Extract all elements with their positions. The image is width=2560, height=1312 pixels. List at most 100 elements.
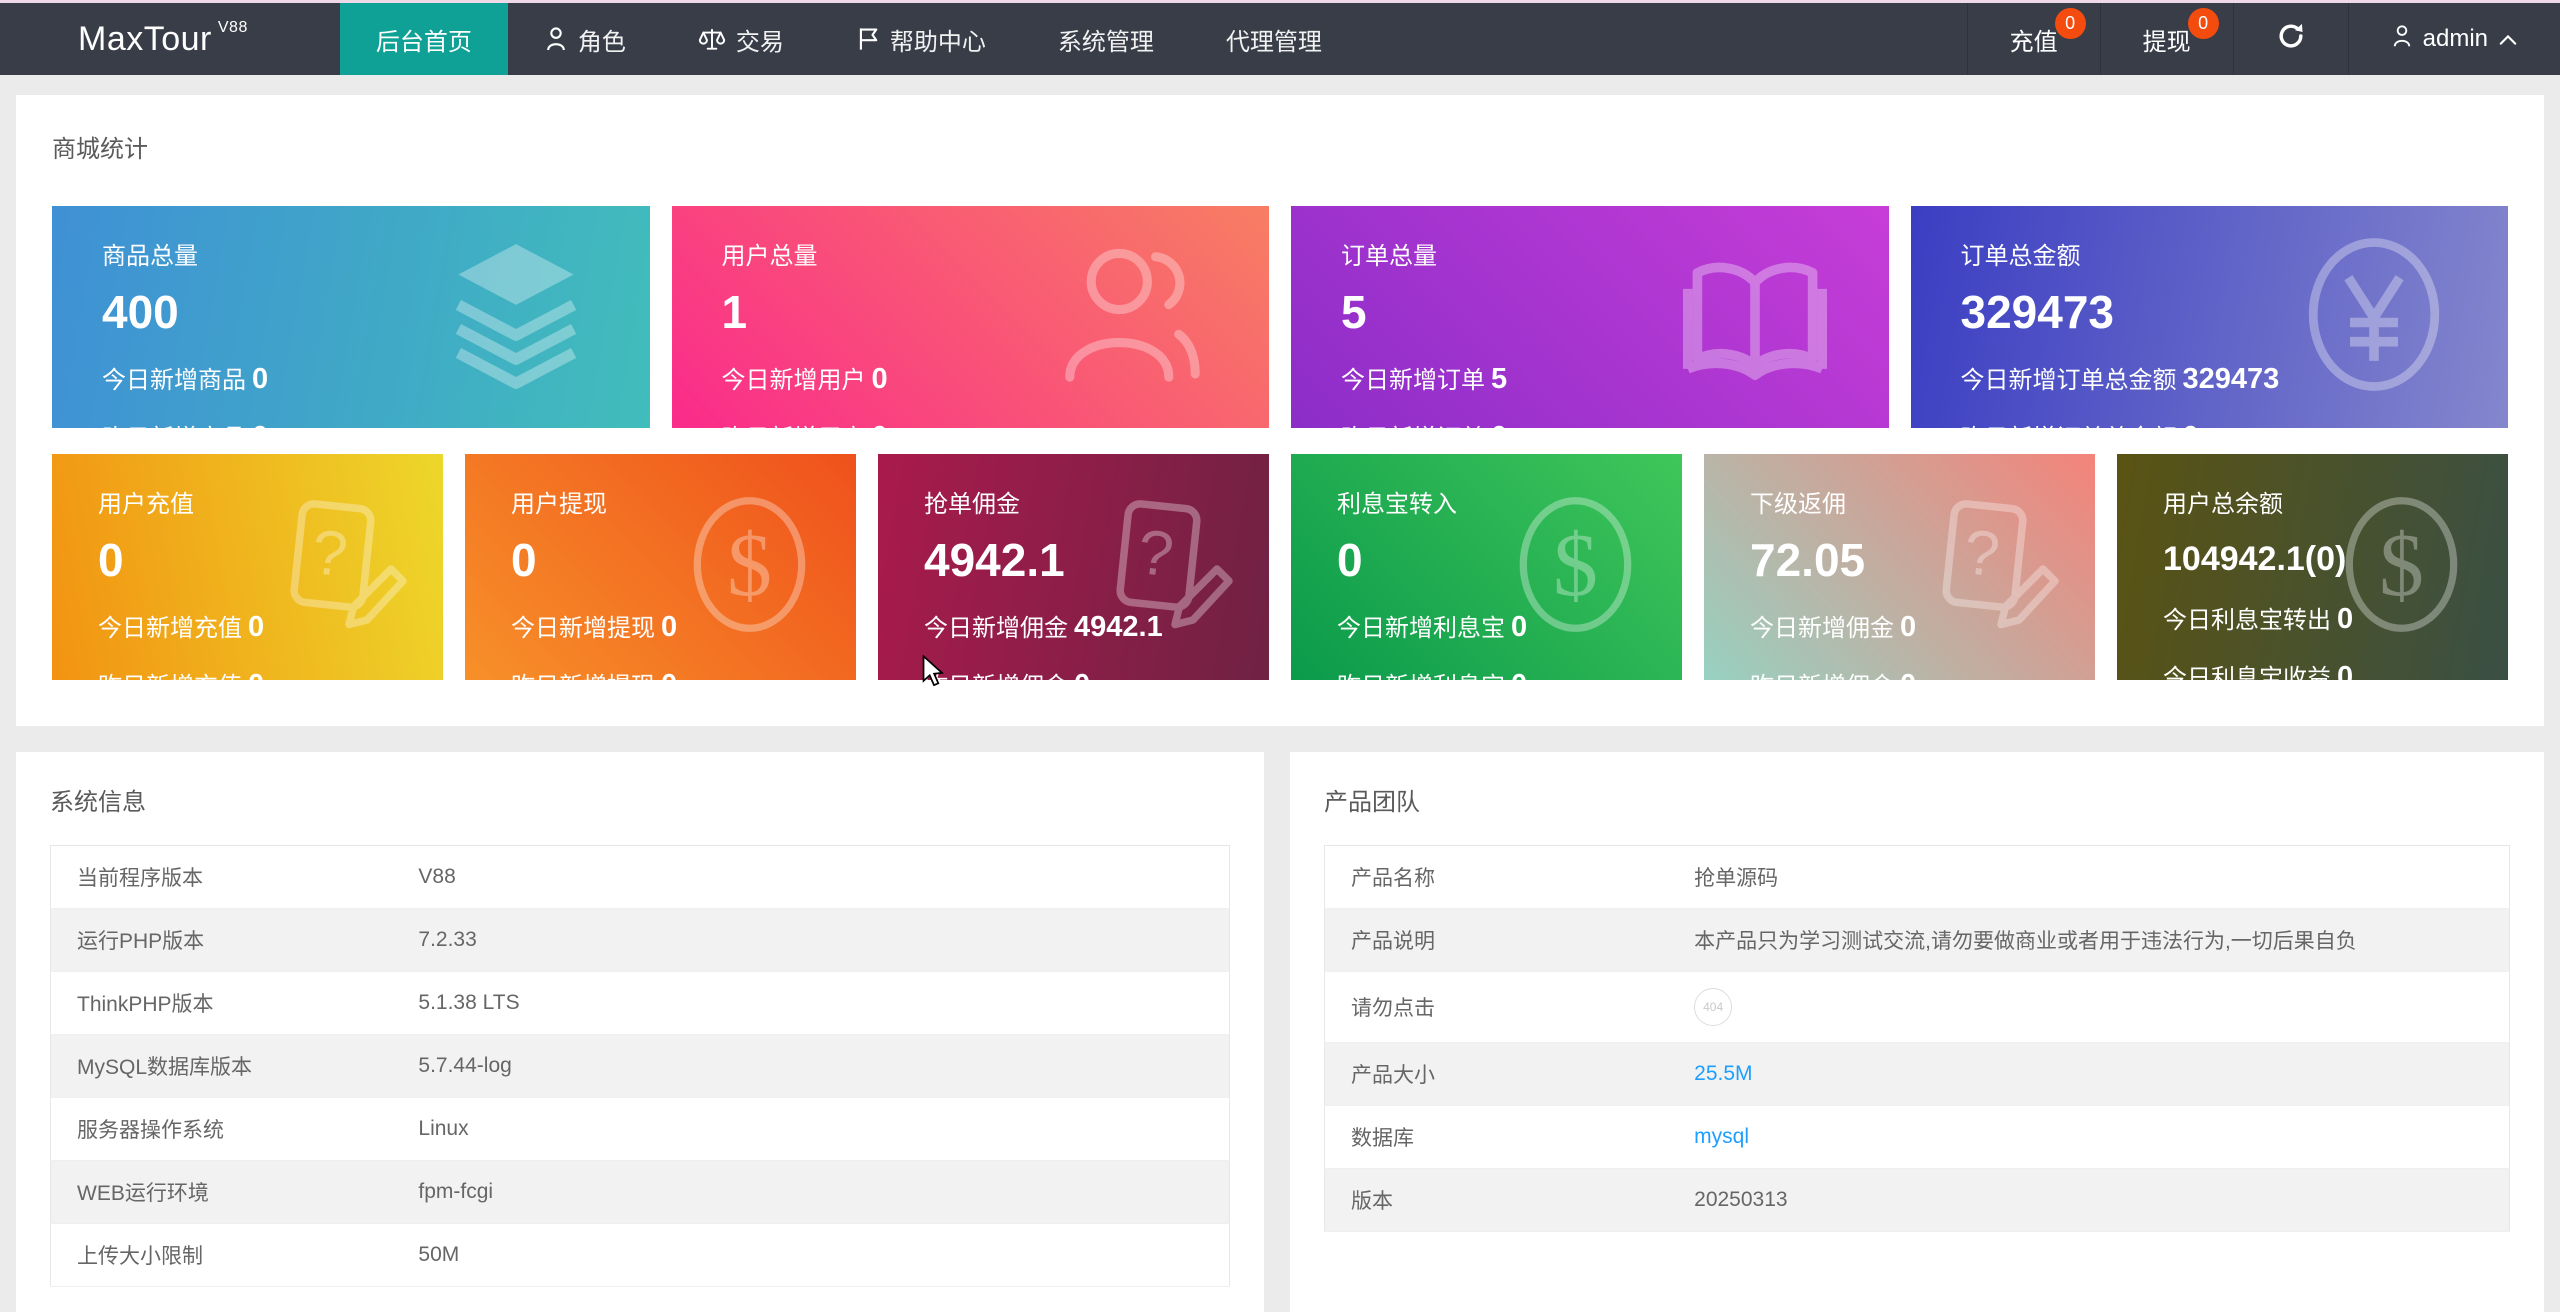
card-line-value: 0 <box>252 363 268 395</box>
table-row: 服务器操作系统Linux <box>51 1098 1230 1161</box>
nav-item-dashboard[interactable]: 后台首页 <box>340 3 508 75</box>
row-label: ThinkPHP版本 <box>51 972 393 1035</box>
stat-card-order-commission: 抢单佣金 4942.1 今日新增佣金4942.1 昨日新增佣金0 ? <box>878 454 1269 680</box>
table-row: 运行PHP版本7.2.33 <box>51 909 1230 972</box>
card-line-label: 今日新增商品 <box>102 367 246 394</box>
card-line-label: 昨日新增订单总金额 <box>1961 425 2177 428</box>
card-line-value: 0 <box>1900 611 1916 643</box>
row-label: 产品名称 <box>1325 846 1669 909</box>
card-value: 4942.1 <box>924 535 1269 586</box>
row-value: 本产品只为学习测试交流,请勿要做商业或者用于违法行为,一切后果自负 <box>1668 909 2509 972</box>
card-line-value: 0 <box>1074 669 1090 680</box>
card-line-label: 今日新增充值 <box>98 615 242 642</box>
recharge-badge: 0 <box>2055 8 2086 39</box>
card-line-label: 今日新增订单 <box>1341 367 1485 394</box>
nav-item-label: 帮助中心 <box>890 22 986 57</box>
card-title: 抢单佣金 <box>924 484 1269 519</box>
card-line-label: 今日新增用户 <box>722 367 866 394</box>
section-title-product-team: 产品团队 <box>1324 782 2510 817</box>
row-label: 上传大小限制 <box>51 1224 393 1287</box>
recharge-button[interactable]: 充值 0 <box>1967 3 2100 75</box>
flag-icon <box>856 26 880 52</box>
app-logo-version: V88 <box>218 19 248 37</box>
product-team-table: 产品名称抢单源码 产品说明本产品只为学习测试交流,请勿要做商业或者用于违法行为,… <box>1324 845 2510 1232</box>
card-line-label: 今日利息宝收益 <box>2163 665 2331 680</box>
card-line-value: 0 <box>248 611 264 643</box>
404-badge[interactable]: 404 <box>1694 988 1732 1026</box>
card-title: 用户提现 <box>511 484 856 519</box>
refresh-button[interactable] <box>2233 3 2348 75</box>
card-line-label: 昨日新增订单 <box>1341 425 1485 428</box>
recharge-label: 充值 <box>2010 22 2058 57</box>
nav-item-help-center[interactable]: 帮助中心 <box>820 3 1022 75</box>
top-navbar: MaxTour V88 后台首页 角色 交易 <box>0 3 2560 75</box>
row-value: 7.2.33 <box>392 909 1229 972</box>
card-title: 利息宝转入 <box>1337 484 1682 519</box>
row-label: 版本 <box>1325 1169 1669 1232</box>
card-line-value: 0 <box>2183 421 2199 428</box>
stat-card-interest-in: 利息宝转入 0 今日新增利息宝0 昨日新增利息宝0 $ <box>1291 454 1682 680</box>
card-value: 0 <box>98 535 443 586</box>
navbar-right: 充值 0 提现 0 admin <box>1967 3 2560 75</box>
card-line-value: 0 <box>2337 603 2353 635</box>
card-line-label: 今日新增佣金 <box>924 615 1068 642</box>
stat-card-user-total-balance: 用户总余额 104942.1(0) 今日利息宝转出0 今日利息宝收益0 $ <box>2117 454 2508 680</box>
card-line-value: 4942.1 <box>1074 611 1163 643</box>
row-label: 数据库 <box>1325 1106 1669 1169</box>
nav-item-label: 角色 <box>578 22 626 57</box>
card-line-label: 昨日新增利息宝 <box>1337 673 1505 680</box>
withdraw-button[interactable]: 提现 0 <box>2100 3 2233 75</box>
withdraw-label: 提现 <box>2143 22 2191 57</box>
table-row: MySQL数据库版本5.7.44-log <box>51 1035 1230 1098</box>
row-label: WEB运行环境 <box>51 1161 393 1224</box>
row-value: V88 <box>392 846 1229 909</box>
card-title: 用户总余额 <box>2163 484 2508 519</box>
table-row: 数据库 mysql <box>1325 1106 2510 1169</box>
username: admin <box>2423 25 2488 53</box>
row-label: 产品说明 <box>1325 909 1669 972</box>
mall-statistics-panel: 商城统计 商品总量 400 今日新增商品0 昨日新增商品0 用户总量 1 <box>16 95 2544 726</box>
stat-card-user-withdraw: 用户提现 0 今日新增提现0 昨日新增提现0 $ <box>465 454 856 680</box>
card-line-value: 329473 <box>2183 363 2280 395</box>
stat-card-total-products: 商品总量 400 今日新增商品0 昨日新增商品0 <box>52 206 650 428</box>
table-row: WEB运行环境fpm-fcgi <box>51 1161 1230 1224</box>
product-size-link[interactable]: 25.5M <box>1694 1062 1752 1085</box>
chevron-up-icon <box>2498 25 2518 53</box>
nav-item-transactions[interactable]: 交易 <box>662 3 820 75</box>
section-title-mall-statistics: 商城统计 <box>52 129 2508 164</box>
row-label: 请勿点击 <box>1325 972 1669 1043</box>
row-value: Linux <box>392 1098 1229 1161</box>
card-line-label: 今日新增订单总金额 <box>1961 367 2177 394</box>
nav-item-label: 系统管理 <box>1058 22 1154 57</box>
card-value: 1 <box>722 287 1270 338</box>
card-line-value: 0 <box>1511 669 1527 680</box>
card-title: 下级返佣 <box>1750 484 2095 519</box>
system-info-table: 当前程序版本V88 运行PHP版本7.2.33 ThinkPHP版本5.1.38… <box>50 845 1230 1287</box>
table-row: 当前程序版本V88 <box>51 846 1230 909</box>
nav-item-label: 交易 <box>736 22 784 57</box>
stat-card-user-recharge: 用户充值 0 今日新增充值0 昨日新增充值0 ? <box>52 454 443 680</box>
row-value: 5.7.44-log <box>392 1035 1229 1098</box>
user-menu[interactable]: admin <box>2348 3 2560 75</box>
card-line-label: 昨日新增商品 <box>102 425 246 428</box>
row-value: 404 <box>1668 972 2509 1043</box>
row-value: fpm-fcgi <box>392 1161 1229 1224</box>
card-line-label: 昨日新增提现 <box>511 673 655 680</box>
table-row: ThinkPHP版本5.1.38 LTS <box>51 972 1230 1035</box>
card-line-label: 昨日新增充值 <box>98 673 242 680</box>
row-value: 25.5M <box>1668 1043 2509 1106</box>
app-logo: MaxTour V88 <box>78 3 248 75</box>
card-line-label: 今日利息宝转出 <box>2163 607 2331 634</box>
nav-item-agent-management[interactable]: 代理管理 <box>1190 3 1358 75</box>
nav-item-system-management[interactable]: 系统管理 <box>1022 3 1190 75</box>
card-value: 0 <box>511 535 856 586</box>
section-title-system-info: 系统信息 <box>50 782 1230 817</box>
row-value: 50M <box>392 1224 1229 1287</box>
stat-cards-row-1: 商品总量 400 今日新增商品0 昨日新增商品0 用户总量 1 今日新增用户0 … <box>52 206 2508 428</box>
database-link[interactable]: mysql <box>1694 1125 1749 1148</box>
card-line-value: 0 <box>661 669 677 680</box>
table-row: 上传大小限制50M <box>51 1224 1230 1287</box>
nav-item-roles[interactable]: 角色 <box>508 3 662 75</box>
card-value: 104942.1(0) <box>2163 541 2508 578</box>
scales-icon <box>698 26 726 52</box>
